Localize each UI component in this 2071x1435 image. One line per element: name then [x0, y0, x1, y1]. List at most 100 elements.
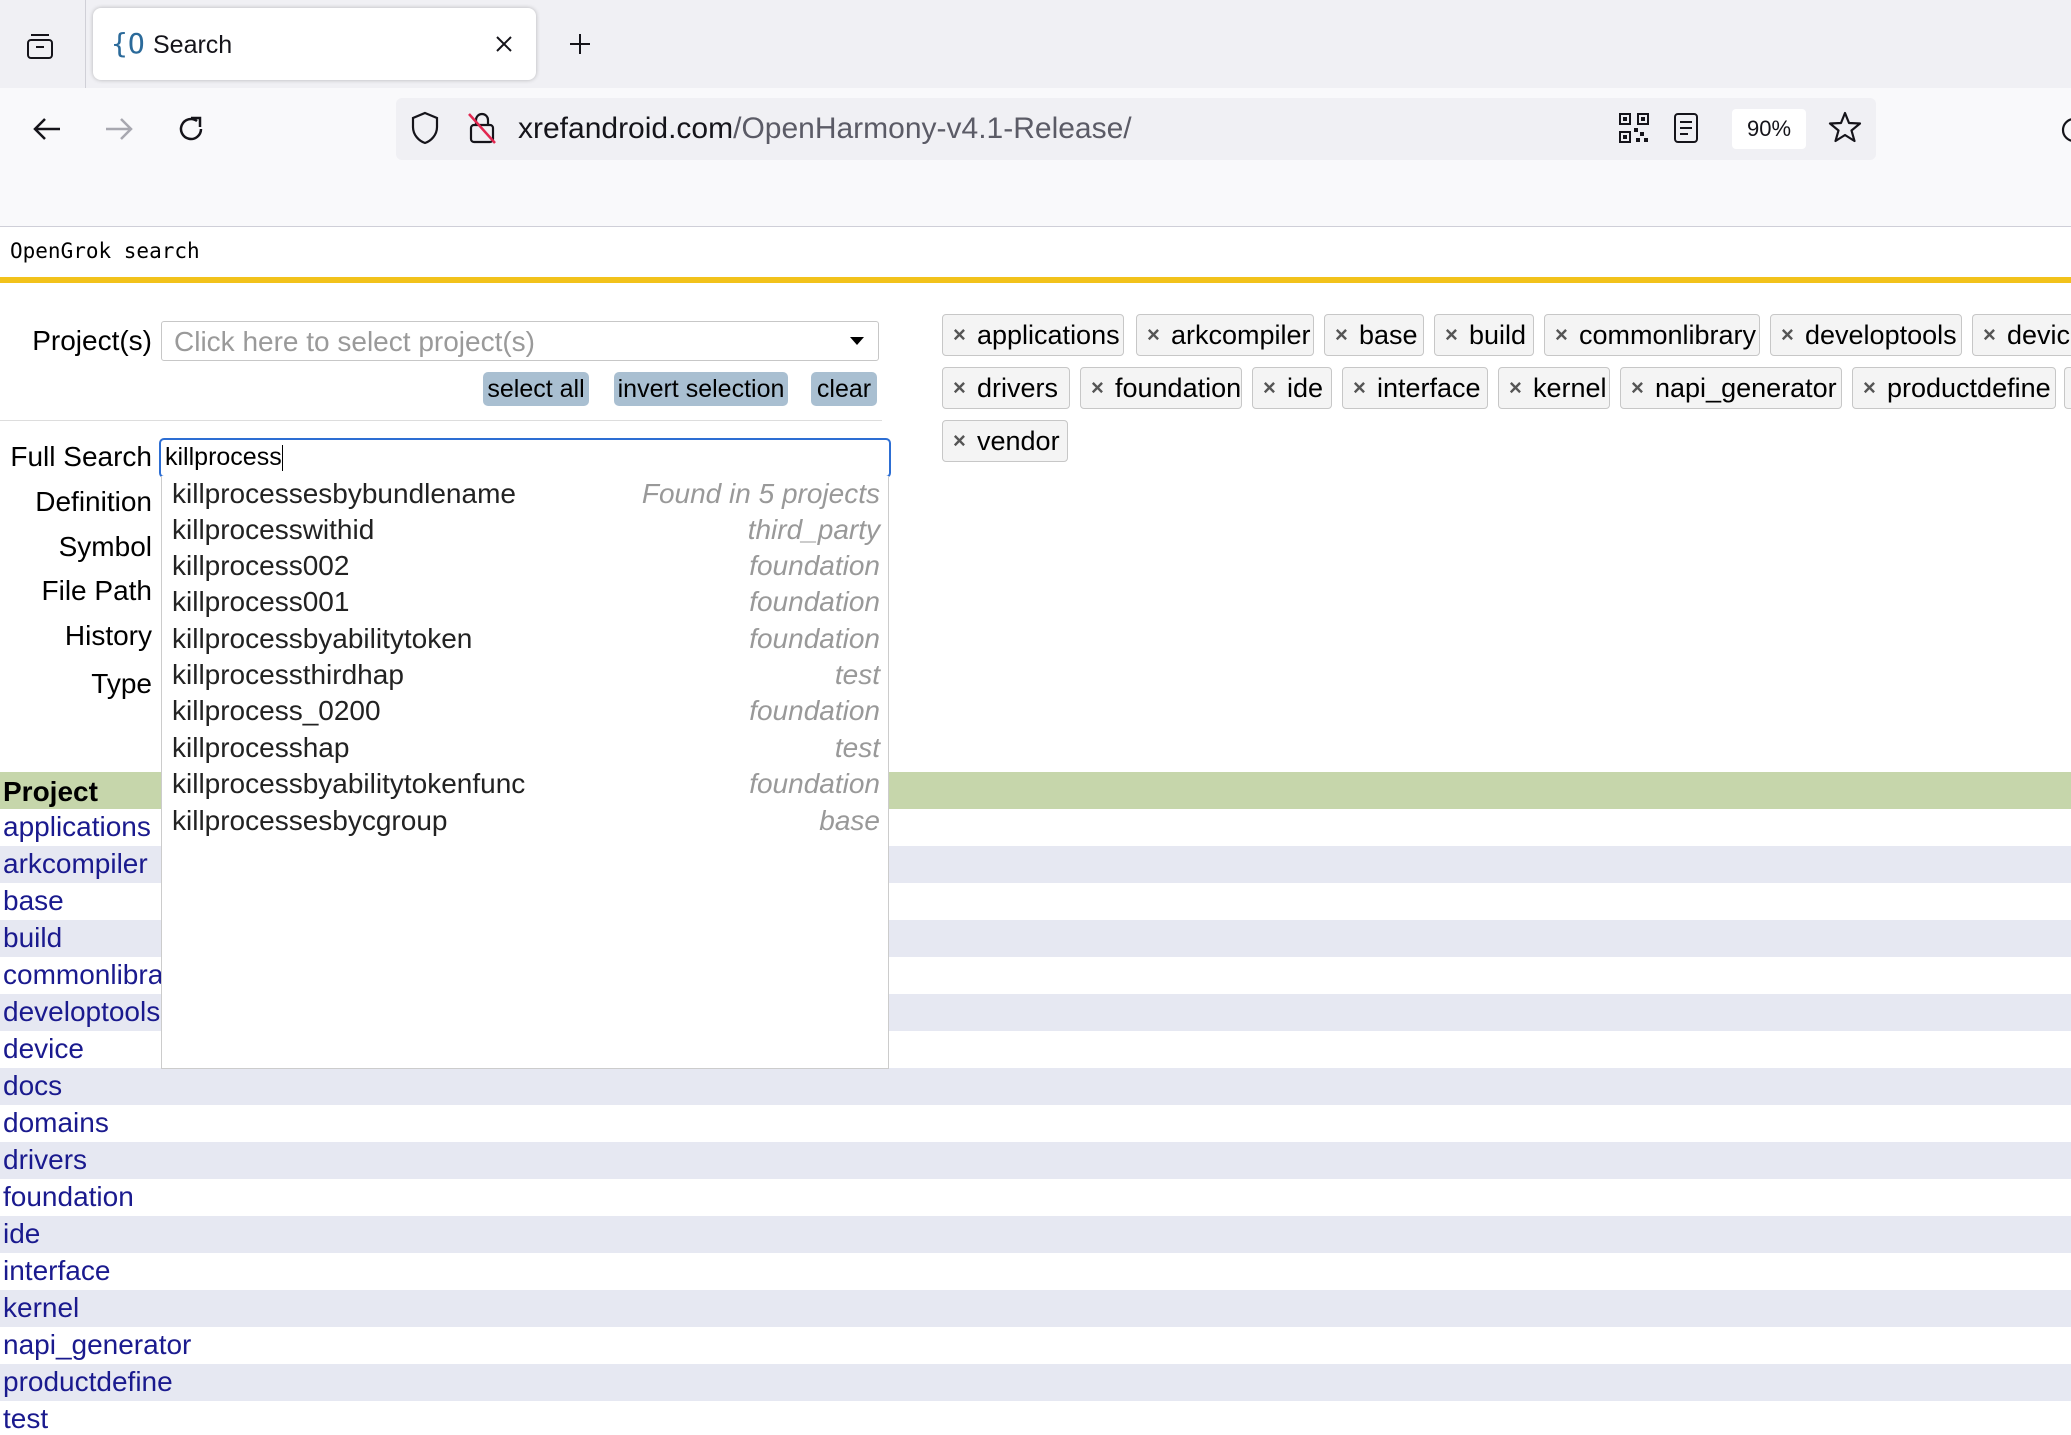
reader-view-icon[interactable] — [1672, 112, 1700, 149]
remove-chip-icon[interactable]: × — [1509, 375, 1522, 401]
active-tab[interactable]: {O Search — [93, 8, 536, 80]
page-content: OpenGrok search Project(s) Click here to… — [0, 227, 2071, 1435]
project-link[interactable]: ide — [3, 1218, 40, 1250]
project-link[interactable]: foundation — [3, 1181, 134, 1213]
chip-label: drivers — [977, 373, 1059, 403]
suggestion-project: foundation — [749, 550, 880, 581]
suggestion-project: Found in 5 projects — [641, 478, 880, 509]
project-link[interactable]: test — [3, 1403, 48, 1435]
remove-chip-icon[interactable]: × — [1631, 375, 1644, 401]
symbol-label: Symbol — [58, 531, 152, 562]
project-link[interactable]: kernel — [3, 1292, 79, 1324]
autocomplete-item[interactable]: killprocessesbybundlename Found in 5 proj… — [162, 476, 888, 512]
project-link[interactable]: device — [3, 1033, 84, 1065]
table-row: ide — [0, 1216, 2071, 1253]
autocomplete-item[interactable]: killprocesswithid third_party — [162, 512, 888, 548]
address-bar[interactable]: xrefandroid.com/OpenHarmony-v4.1-Release… — [396, 98, 1876, 160]
project-chip[interactable]: × napi_generator — [1620, 367, 1842, 409]
project-chip[interactable]: × commonlibrary — [1544, 314, 1760, 356]
new-tab-icon[interactable] — [560, 24, 600, 64]
projects-label: Project(s) — [32, 325, 152, 356]
chevron-down-icon[interactable] — [850, 337, 864, 345]
suggestion-name: killprocessbyabilitytokenfunc — [172, 768, 526, 799]
project-link[interactable]: domains — [3, 1107, 109, 1139]
project-chip-partial[interactable] — [2064, 367, 2071, 409]
invert-selection-button[interactable]: invert selection — [614, 372, 788, 406]
remove-chip-icon[interactable]: × — [1335, 322, 1348, 348]
project-chip[interactable]: × drivers — [942, 367, 1070, 409]
select-all-button[interactable]: select all — [483, 372, 589, 406]
remove-chip-icon[interactable]: × — [1091, 375, 1104, 401]
project-chip[interactable]: × kernel — [1498, 367, 1610, 409]
text-cursor — [281, 445, 283, 472]
full-search-input[interactable]: killprocess — [159, 438, 891, 478]
suggestion-project: foundation — [749, 695, 880, 726]
project-chip[interactable]: × productdefine — [1852, 367, 2056, 409]
autocomplete-item[interactable]: killprocesshap test — [162, 730, 888, 766]
project-link[interactable]: build — [3, 922, 62, 954]
insecure-lock-icon[interactable] — [466, 111, 498, 150]
remove-chip-icon[interactable]: × — [953, 322, 966, 348]
autocomplete-item[interactable]: killprocessbyabilitytoken foundation — [162, 621, 888, 657]
project-chip[interactable]: × vendor — [942, 420, 1068, 462]
remove-chip-icon[interactable]: × — [1353, 375, 1366, 401]
chip-label: productdefine — [1887, 373, 2051, 403]
tab-list-icon[interactable] — [18, 24, 62, 68]
forward-icon[interactable] — [96, 106, 142, 152]
project-link[interactable]: productdefine — [3, 1366, 173, 1398]
project-select[interactable]: Click here to select project(s) — [161, 321, 879, 361]
project-link[interactable]: applications — [3, 811, 151, 843]
qr-code-icon[interactable] — [1618, 112, 1650, 149]
project-link[interactable]: base — [3, 885, 64, 917]
project-chip[interactable]: × applications — [942, 314, 1124, 356]
url-text[interactable]: xrefandroid.com/OpenHarmony-v4.1-Release… — [518, 112, 1132, 146]
remove-chip-icon[interactable]: × — [1445, 322, 1458, 348]
tab-title: Search — [153, 31, 233, 59]
project-link[interactable]: arkcompiler — [3, 848, 148, 880]
project-link[interactable]: commonlibrary — [3, 959, 187, 991]
remove-chip-icon[interactable]: × — [953, 428, 966, 454]
project-chip[interactable]: × foundation — [1080, 367, 1242, 409]
autocomplete-item[interactable]: killprocess_0200 foundation — [162, 693, 888, 729]
reload-icon[interactable] — [168, 106, 214, 152]
autocomplete-item[interactable]: killprocess001 foundation — [162, 584, 888, 620]
autocomplete-item[interactable]: killprocessesbycgroup base — [162, 803, 888, 839]
suggestion-project: foundation — [749, 768, 880, 799]
project-link[interactable]: drivers — [3, 1144, 87, 1176]
remove-chip-icon[interactable]: × — [1781, 322, 1794, 348]
project-link[interactable]: docs — [3, 1070, 62, 1102]
clear-button[interactable]: clear — [811, 372, 877, 406]
project-link[interactable]: developtools — [3, 996, 160, 1028]
autocomplete-dropdown: killprocessesbybundlename Found in 5 proj… — [161, 476, 889, 1069]
bookmark-star-icon[interactable] — [1828, 110, 1862, 149]
project-chip[interactable]: × ide — [1252, 367, 1332, 409]
project-chip[interactable]: × arkcompiler — [1136, 314, 1314, 356]
chip-label: vendor — [977, 426, 1060, 456]
project-chip[interactable]: × device — [1972, 314, 2071, 356]
remove-chip-icon[interactable]: × — [1555, 322, 1568, 348]
remove-chip-icon[interactable]: × — [1147, 322, 1160, 348]
project-link[interactable]: interface — [3, 1255, 110, 1287]
back-icon[interactable] — [24, 106, 70, 152]
type-label: Type — [91, 668, 152, 699]
form-divider — [0, 420, 882, 421]
remove-chip-icon[interactable]: × — [953, 375, 966, 401]
extensions-icon[interactable] — [2058, 110, 2071, 150]
autocomplete-item[interactable]: killprocess002 foundation — [162, 548, 888, 584]
project-chip[interactable]: × interface — [1342, 367, 1488, 409]
project-chip[interactable]: × build — [1434, 314, 1534, 356]
remove-chip-icon[interactable]: × — [1263, 375, 1276, 401]
toolbar-spacer — [0, 170, 2071, 227]
project-chip[interactable]: × base — [1324, 314, 1424, 356]
autocomplete-item[interactable]: killprocessbyabilitytokenfunc foundation — [162, 766, 888, 802]
header-rule — [0, 277, 2071, 283]
tracking-shield-icon[interactable] — [410, 111, 440, 150]
zoom-level-button[interactable]: 90% — [1732, 109, 1806, 149]
remove-chip-icon[interactable]: × — [1863, 375, 1876, 401]
project-link[interactable]: napi_generator — [3, 1329, 191, 1361]
close-tab-icon[interactable] — [486, 26, 522, 62]
project-chip[interactable]: × developtools — [1770, 314, 1962, 356]
remove-chip-icon[interactable]: × — [1983, 322, 1996, 348]
suggestion-project: third_party — [747, 514, 880, 545]
autocomplete-item[interactable]: killprocessthirdhap test — [162, 657, 888, 693]
